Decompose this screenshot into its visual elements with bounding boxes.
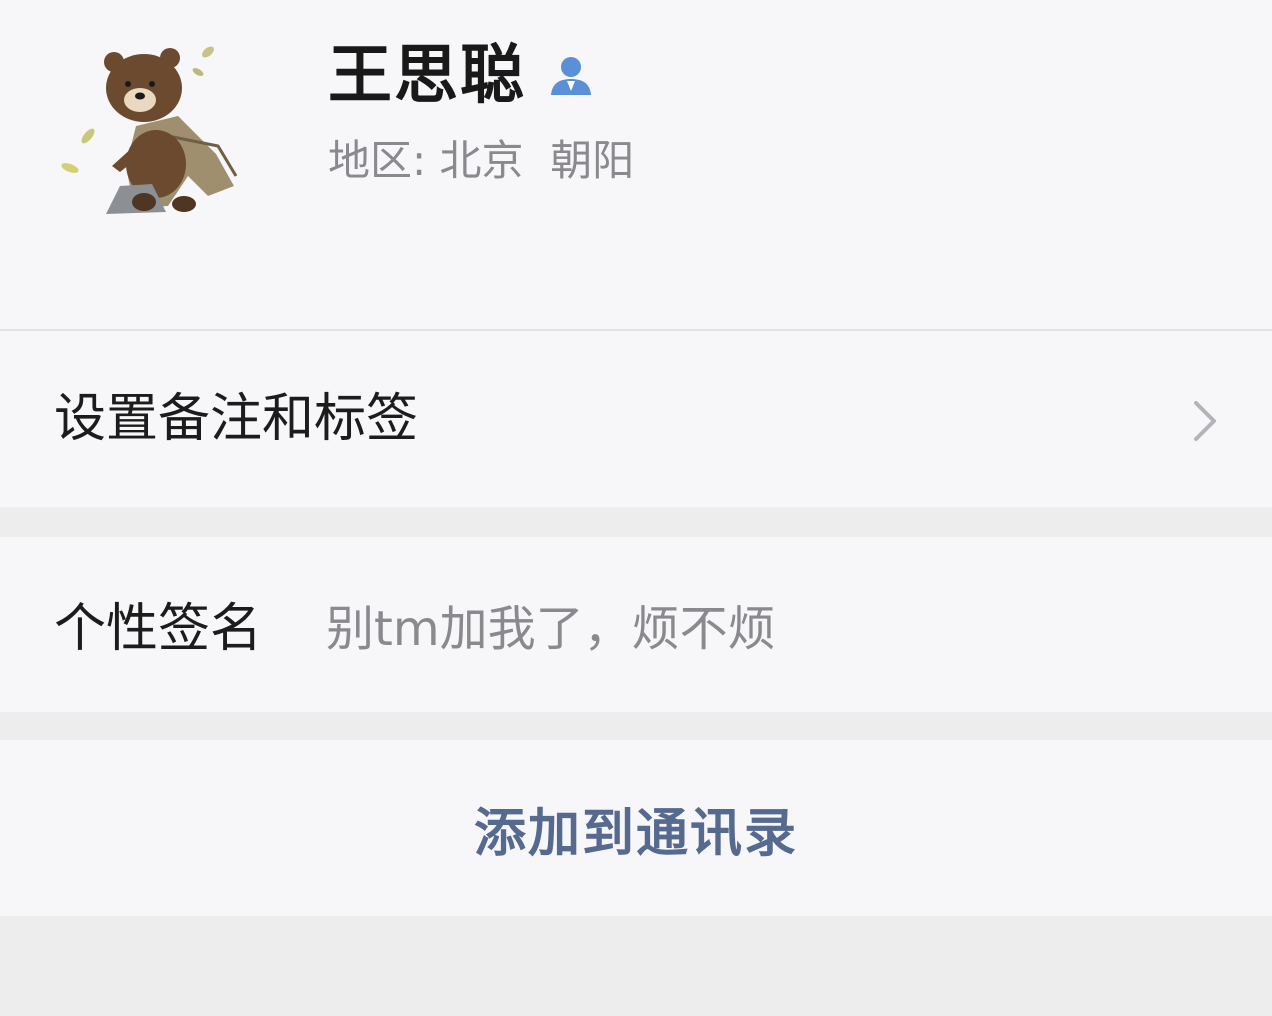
signature-label: 个性签名: [54, 599, 263, 659]
signature-row: 个性签名 别tm加我了，烦不烦: [0, 537, 1272, 712]
brown-bear-sticker-avatar-icon: [61, 46, 238, 214]
avatar[interactable]: [48, 36, 248, 226]
region-info: 地区: 北京 朝阳: [328, 140, 634, 182]
name-row: 王思聪: [328, 36, 596, 116]
profile-header: 王思聪 地区: 北京 朝阳: [0, 0, 1272, 330]
contact-profile-page: 王思聪 地区: 北京 朝阳 设置备注和标签 个性签名 别tm加我了，烦不烦 添加…: [0, 0, 1272, 1016]
set-remark-label: 设置备注和标签: [54, 389, 419, 449]
person-icon: [546, 51, 596, 101]
chevron-right-icon: [1190, 397, 1220, 445]
region-city: 北京: [439, 136, 524, 185]
add-to-contacts-button[interactable]: 添加到通讯录: [0, 740, 1272, 916]
set-remark-and-tags-row[interactable]: 设置备注和标签: [0, 331, 1272, 507]
add-to-contacts-row: 添加到通讯录: [0, 740, 1272, 916]
bottom-background: [0, 916, 1272, 1016]
profile-name: 王思聪: [328, 39, 526, 113]
signature-value: 别tm加我了，烦不烦: [326, 601, 776, 657]
region-district: 朝阳: [550, 136, 635, 185]
region-label: 地区:: [328, 136, 427, 185]
